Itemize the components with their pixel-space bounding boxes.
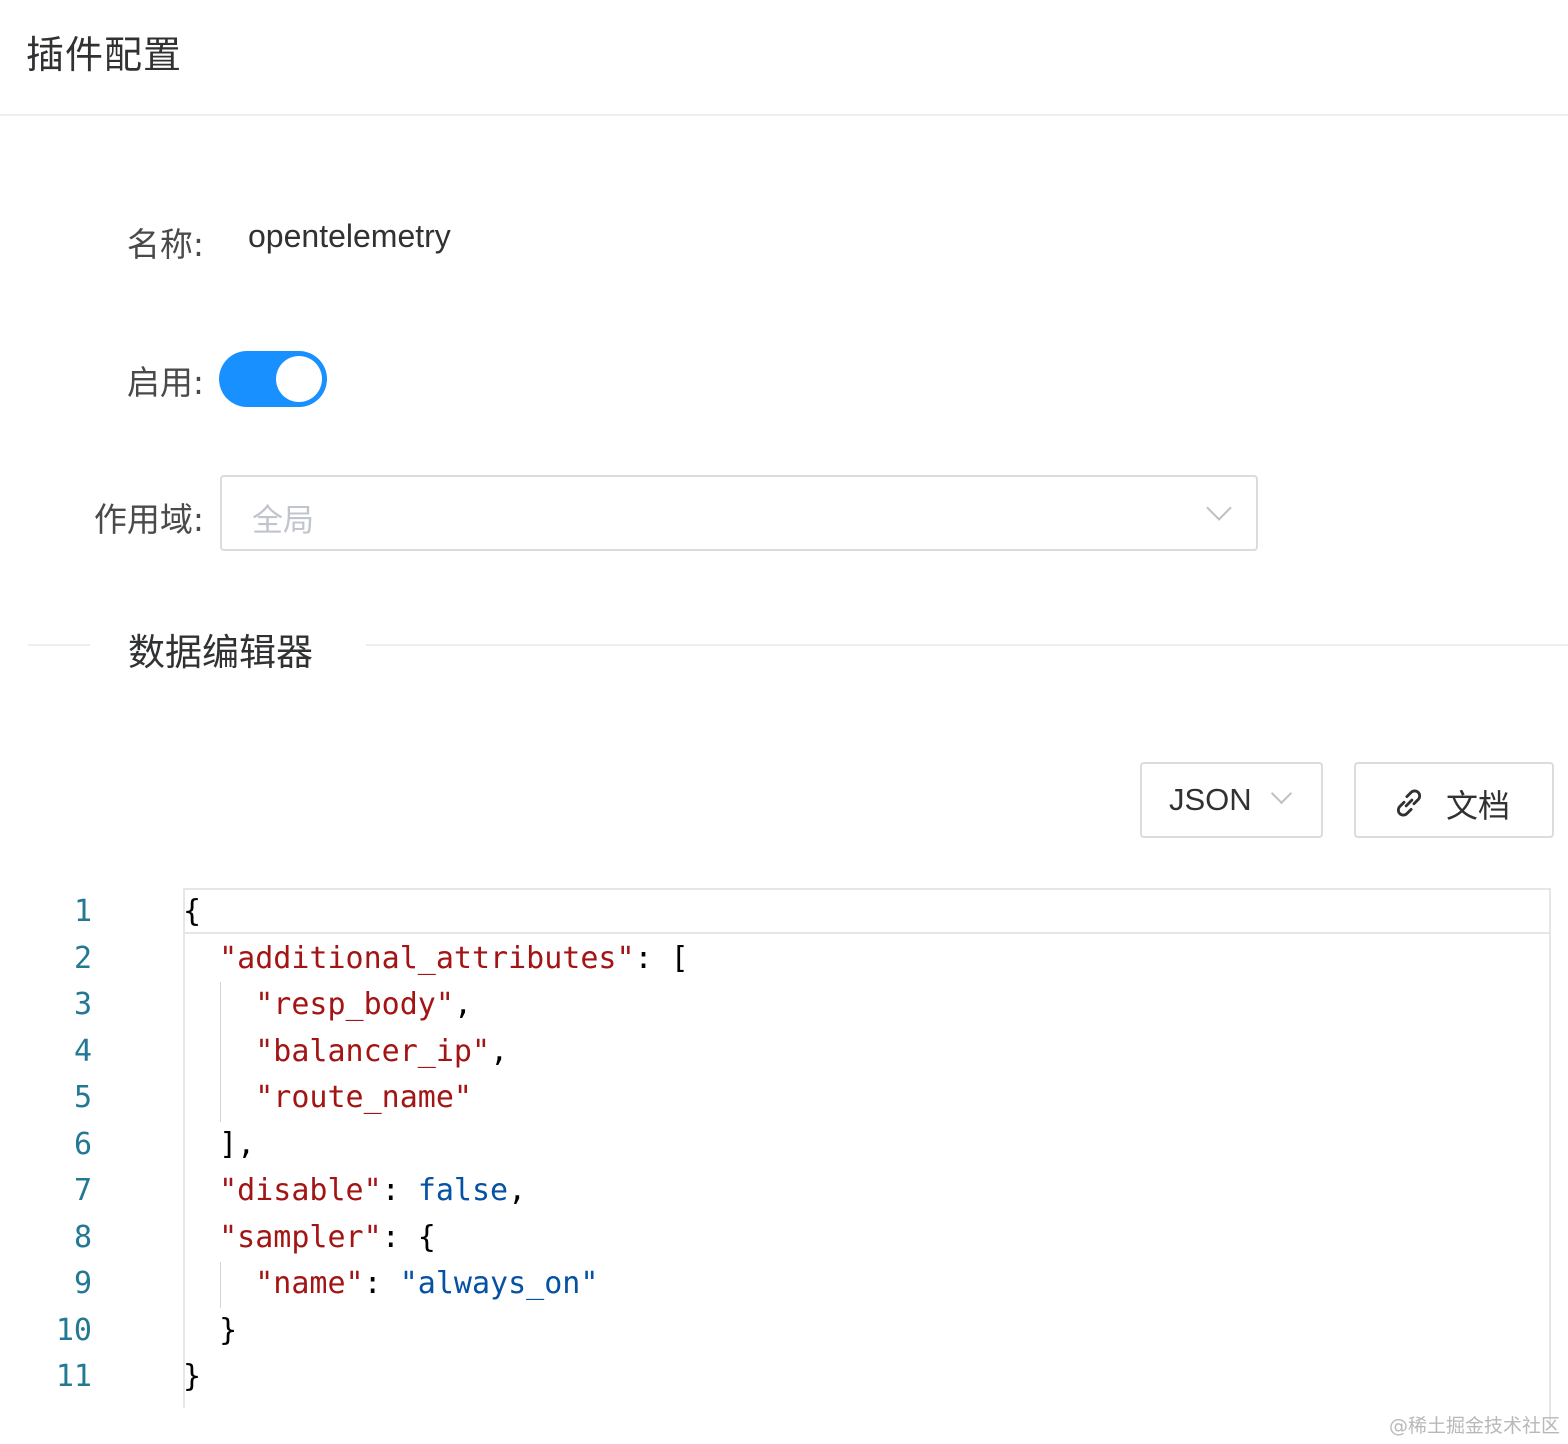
line-number: 8 bbox=[73, 1219, 92, 1255]
line-number: 4 bbox=[73, 1033, 92, 1069]
code-token-punc: : [ bbox=[634, 940, 689, 976]
code-token-key: "route_name" bbox=[255, 1080, 472, 1115]
docs-button-label: 文档 bbox=[1446, 787, 1511, 825]
code-line[interactable]: 10 } bbox=[0, 1308, 1540, 1354]
code-line[interactable]: 9 "name": "always_on" bbox=[0, 1261, 1540, 1307]
line-number: 6 bbox=[73, 1126, 92, 1162]
name-value: opentelemetry bbox=[248, 218, 451, 254]
code-line[interactable]: 4 "balancer_ip", bbox=[0, 1029, 1540, 1075]
format-select[interactable]: JSON bbox=[1140, 762, 1323, 838]
code-token-key: "balancer_ip" bbox=[255, 1033, 491, 1069]
code-text: "disable": false, bbox=[183, 1168, 526, 1214]
scope-select-value: 全局 bbox=[252, 503, 314, 539]
scope-select[interactable]: 全局 bbox=[220, 475, 1258, 551]
docs-button[interactable]: 文档 bbox=[1354, 762, 1554, 838]
plugin-config-page: 插件配置 名称: opentelemetry 启用: 作用域: 全局 数据编辑器… bbox=[0, 0, 1568, 1444]
code-token-punc: ], bbox=[219, 1126, 256, 1162]
line-number: 1 bbox=[73, 894, 92, 929]
name-label: 名称: bbox=[126, 225, 204, 264]
line-number: 3 bbox=[73, 987, 92, 1022]
code-line[interactable]: 11} bbox=[0, 1354, 1540, 1400]
json-code-editor[interactable]: 1{2 "additional_attributes": [3 "resp_bo… bbox=[0, 886, 1568, 1444]
toggle-knob bbox=[276, 356, 322, 402]
code-token-punc: } bbox=[183, 1359, 202, 1394]
code-text: "route_name" bbox=[183, 1075, 472, 1121]
code-token-key: "resp_body" bbox=[255, 987, 454, 1022]
line-number: 11 bbox=[55, 1359, 92, 1394]
code-token-key: "disable" bbox=[219, 1173, 382, 1208]
code-token-kw: false bbox=[417, 1173, 509, 1208]
divider-line bbox=[366, 644, 1568, 646]
code-text: } bbox=[183, 1308, 237, 1354]
code-line[interactable]: 3 "resp_body", bbox=[0, 982, 1540, 1028]
code-token-punc: : bbox=[381, 1173, 418, 1208]
code-token-punc: { bbox=[183, 894, 202, 929]
page-header: 插件配置 bbox=[0, 0, 1568, 116]
code-token-punc: } bbox=[219, 1312, 238, 1348]
code-token-punc: , bbox=[490, 1033, 509, 1069]
code-text: "balancer_ip", bbox=[183, 1029, 508, 1075]
page-title: 插件配置 bbox=[26, 33, 183, 77]
link-icon bbox=[1396, 789, 1422, 817]
line-number: 7 bbox=[73, 1173, 92, 1208]
editor-scrollbar-track[interactable] bbox=[1549, 888, 1551, 1428]
chevron-down-icon bbox=[1206, 495, 1232, 521]
chevron-down-icon bbox=[1270, 782, 1293, 805]
code-token-key: "additional_attributes" bbox=[219, 940, 635, 976]
code-text: "additional_attributes": [ bbox=[183, 936, 689, 982]
line-number: 10 bbox=[55, 1312, 92, 1348]
code-text: "name": "always_on" bbox=[183, 1261, 598, 1307]
watermark: @稀土掘金技术社区 bbox=[1388, 1415, 1560, 1437]
line-number: 5 bbox=[73, 1080, 92, 1115]
code-token-punc: : { bbox=[381, 1219, 436, 1255]
section-divider-title: 数据编辑器 bbox=[128, 631, 313, 674]
code-line[interactable]: 7 "disable": false, bbox=[0, 1168, 1540, 1214]
code-token-punc: : bbox=[363, 1266, 400, 1301]
code-text: "sampler": { bbox=[183, 1215, 436, 1261]
code-token-punc: , bbox=[453, 987, 472, 1022]
code-text: } bbox=[183, 1354, 201, 1400]
code-text: "resp_body", bbox=[183, 982, 472, 1028]
format-select-value: JSON bbox=[1169, 782, 1252, 817]
code-token-key: "sampler" bbox=[219, 1219, 382, 1255]
code-token-punc: , bbox=[508, 1173, 527, 1208]
code-line[interactable]: 5 "route_name" bbox=[0, 1075, 1540, 1121]
line-number: 2 bbox=[73, 940, 92, 976]
code-line[interactable]: 6 ], bbox=[0, 1122, 1540, 1168]
code-text: ], bbox=[183, 1122, 255, 1168]
code-line[interactable]: 2 "additional_attributes": [ bbox=[0, 936, 1540, 982]
code-line[interactable]: 8 "sampler": { bbox=[0, 1215, 1540, 1261]
enable-toggle[interactable] bbox=[219, 351, 327, 407]
code-line[interactable]: 1{ bbox=[0, 889, 1540, 935]
enable-label: 启用: bbox=[126, 363, 204, 402]
code-token-str: "always_on" bbox=[399, 1266, 599, 1301]
line-number: 9 bbox=[73, 1266, 92, 1301]
code-text: { bbox=[183, 889, 201, 935]
scope-label: 作用域: bbox=[93, 500, 204, 539]
divider-line bbox=[28, 644, 90, 646]
code-token-key: "name" bbox=[255, 1266, 364, 1301]
